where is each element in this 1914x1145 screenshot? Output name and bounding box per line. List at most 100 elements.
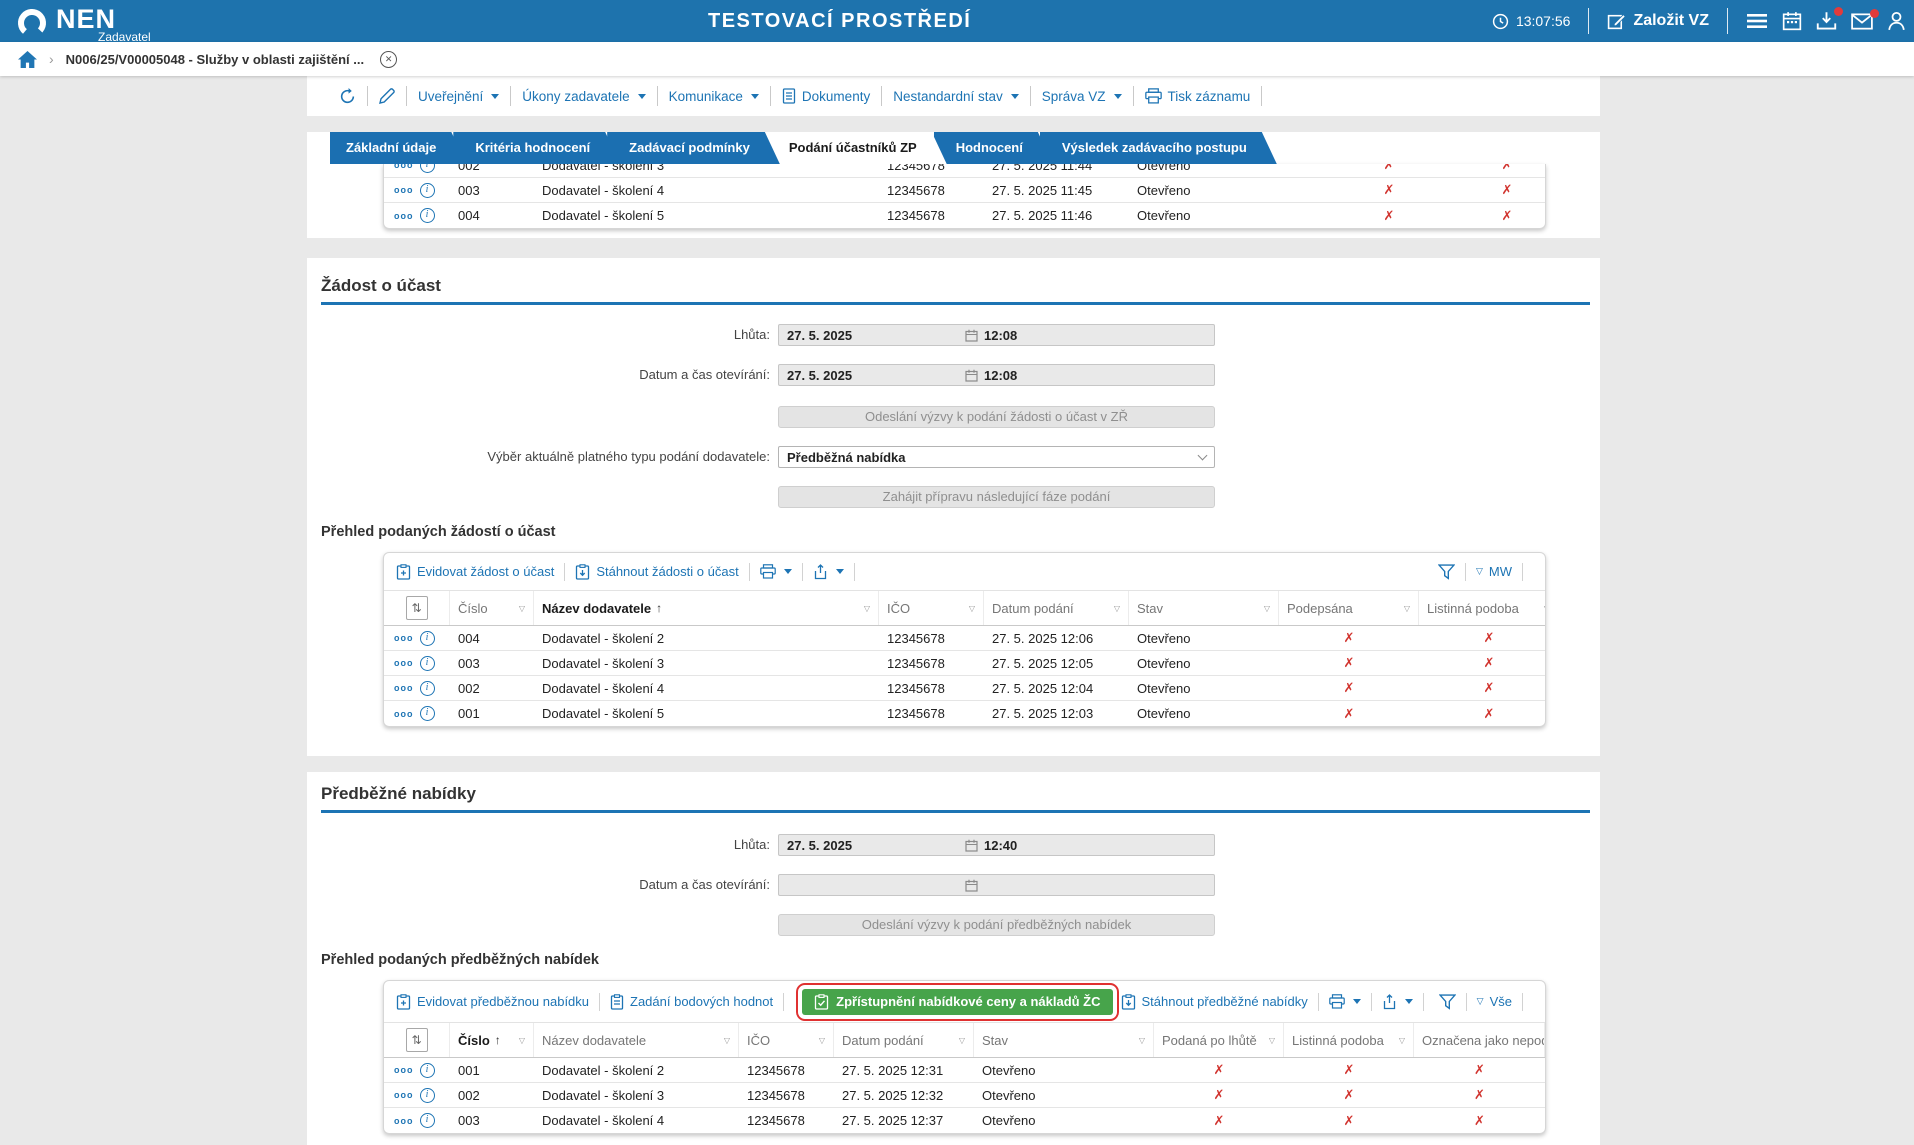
column-header[interactable]: Číslo↑▽	[450, 1023, 534, 1057]
download-offers-button[interactable]: Stáhnout předběžné nabídky	[1121, 994, 1308, 1010]
create-vz-button[interactable]: Založit VZ	[1607, 12, 1709, 31]
print-table-button[interactable]	[760, 564, 792, 579]
table-row[interactable]: oooi 004 Dodavatel - školení 5 12345678 …	[384, 203, 1545, 228]
tab-basic-info[interactable]: Základní údaje	[330, 132, 466, 164]
row-menu-icon[interactable]: ooo	[394, 683, 414, 693]
info-icon[interactable]: i	[420, 183, 435, 198]
row-menu-icon[interactable]: ooo	[394, 1090, 414, 1100]
print-record-button[interactable]: Tisk záznamu	[1145, 88, 1251, 104]
register-offer-button[interactable]: Evidovat předběžnou nabídku	[396, 994, 589, 1010]
deadline-datetime-input[interactable]: 27. 5. 2025 12:40	[778, 834, 1215, 856]
info-icon[interactable]: i	[420, 656, 435, 671]
row-menu-icon[interactable]: ooo	[394, 633, 414, 643]
column-header[interactable]: Datum podání▽	[984, 591, 1129, 625]
column-header[interactable]: Datum podání▽	[834, 1023, 974, 1057]
calendar-button[interactable]	[1782, 11, 1802, 31]
print-table-button[interactable]	[1329, 994, 1361, 1009]
printer-icon	[760, 564, 776, 579]
column-header[interactable]: Stav▽	[974, 1023, 1154, 1057]
tab-tender-conditions[interactable]: Zadávací podmínky	[607, 132, 780, 164]
filter-button[interactable]	[1439, 994, 1456, 1010]
table-row[interactable]: oooi 002 Dodavatel - školení 3 12345678 …	[384, 1083, 1545, 1108]
filter-caret-icon: ▽	[1399, 1036, 1405, 1045]
row-menu-icon[interactable]: ooo	[394, 658, 414, 668]
enter-points-button[interactable]: Zadání bodových hodnot	[610, 994, 773, 1010]
column-header[interactable]: Podaná po lhůtě▽	[1154, 1023, 1284, 1057]
close-tab-icon[interactable]: ✕	[380, 51, 397, 68]
messages-button[interactable]	[1851, 13, 1873, 30]
chevron-down-icon	[1114, 94, 1122, 99]
nen-logo[interactable]: NEN Zadavatel	[0, 3, 151, 40]
table-row[interactable]: oooi 003 Dodavatel - školení 3 12345678 …	[384, 651, 1545, 676]
export-table-button[interactable]	[1382, 994, 1413, 1010]
send-invitation-button[interactable]: Odeslání výzvy k podání žádosti o účast …	[778, 406, 1215, 428]
export-table-button[interactable]	[813, 564, 844, 580]
user-profile-button[interactable]	[1887, 11, 1906, 31]
column-header[interactable]: Číslo▽	[450, 591, 534, 625]
column-header[interactable]: Název dodavatele↑▽	[534, 591, 879, 625]
opening-datetime-input[interactable]: 27. 5. 2025 12:08	[778, 364, 1215, 386]
view-filter-label[interactable]: MW	[1489, 564, 1512, 579]
table-row[interactable]: oooi 002 Dodavatel - školení 4 12345678 …	[384, 676, 1545, 701]
menu-communication[interactable]: Komunikace	[669, 89, 759, 104]
view-filter-label[interactable]: Vše	[1490, 994, 1512, 1009]
menu-publish[interactable]: Uveřejnění	[418, 89, 499, 104]
info-icon[interactable]: i	[420, 1088, 435, 1103]
table-row[interactable]: oooi 003 Dodavatel - školení 4 12345678 …	[384, 178, 1545, 203]
row-menu-icon[interactable]: ooo	[394, 164, 414, 170]
tab-evaluation-criteria[interactable]: Kritéria hodnocení	[453, 132, 620, 164]
row-menu-icon[interactable]: ooo	[394, 185, 414, 195]
column-header[interactable]: Stav▽	[1129, 591, 1279, 625]
row-menu-icon[interactable]: ooo	[394, 1065, 414, 1075]
info-icon[interactable]: i	[420, 1063, 435, 1078]
home-icon[interactable]	[18, 51, 37, 68]
menu-documents[interactable]: Dokumenty	[782, 88, 870, 104]
info-icon[interactable]: i	[420, 631, 435, 646]
info-icon[interactable]: i	[420, 208, 435, 223]
column-header[interactable]: IČO▽	[739, 1023, 834, 1057]
info-icon[interactable]: i	[420, 1113, 435, 1128]
chevron-down-icon[interactable]: ▽	[1476, 566, 1483, 577]
cross-icon: ✗	[1214, 1113, 1225, 1129]
deadline-datetime-input[interactable]: 27. 5. 2025 12:08	[778, 324, 1215, 346]
table-row[interactable]: oooi 002 Dodavatel - školení 3 12345678 …	[384, 164, 1545, 178]
info-icon[interactable]: i	[420, 681, 435, 696]
column-header[interactable]: Podepsána▽	[1279, 591, 1419, 625]
row-menu-icon[interactable]: ooo	[394, 1116, 414, 1126]
main-menu-button[interactable]	[1746, 12, 1768, 30]
column-header[interactable]: IČO▽	[879, 591, 984, 625]
row-menu-icon[interactable]: ooo	[394, 211, 414, 221]
unlock-price-button[interactable]: Zpřístupnění nabídkové ceny a nákladů ŽC	[802, 989, 1112, 1015]
column-header[interactable]: Název dodavatele▽	[534, 1023, 739, 1057]
chevron-down-icon[interactable]: ▽	[1477, 996, 1484, 1007]
column-header[interactable]: Označena jako nepodaná▽	[1414, 1023, 1545, 1057]
table-row[interactable]: oooi 001 Dodavatel - školení 2 12345678 …	[384, 1058, 1545, 1083]
next-phase-button[interactable]: Zahájit přípravu následující fáze podání	[778, 486, 1215, 508]
menu-contracting-actions[interactable]: Úkony zadavatele	[522, 89, 645, 104]
download-requests-button[interactable]: Stáhnout žádosti o účast	[575, 564, 738, 580]
row-menu-icon[interactable]: ooo	[394, 709, 414, 719]
opening-datetime-input[interactable]	[778, 874, 1215, 896]
table-row[interactable]: oooi 003 Dodavatel - školení 4 12345678 …	[384, 1108, 1545, 1133]
breadcrumb-contract[interactable]: N006/25/V00005048 - Služby v oblasti zaj…	[66, 52, 364, 67]
column-settings-icon[interactable]: ⇅	[406, 1028, 428, 1052]
menu-nonstandard-state[interactable]: Nestandardní stav	[893, 89, 1019, 104]
send-invitation-button[interactable]: Odeslání výzvy k podání předběžných nabí…	[778, 914, 1215, 936]
column-header[interactable]: Listinná podoba▽	[1284, 1023, 1414, 1057]
info-icon[interactable]: i	[420, 706, 435, 721]
column-settings-icon[interactable]: ⇅	[406, 596, 428, 620]
tab-procedure-result[interactable]: Výsledek zadávacího postupu	[1040, 132, 1277, 164]
tab-participant-submissions[interactable]: Podání účastníků ZP	[767, 132, 947, 164]
table-row[interactable]: oooi 001 Dodavatel - školení 5 12345678 …	[384, 701, 1545, 726]
register-request-button[interactable]: Evidovat žádost o účast	[396, 564, 554, 580]
submission-type-select[interactable]: Předběžná nabídka	[778, 446, 1215, 468]
info-icon[interactable]: i	[420, 164, 435, 173]
tab-evaluation[interactable]: Hodnocení	[934, 132, 1053, 164]
refresh-button[interactable]	[339, 88, 356, 105]
menu-vz-admin[interactable]: Správa VZ	[1042, 89, 1122, 104]
table-row[interactable]: oooi 004 Dodavatel - školení 2 12345678 …	[384, 626, 1545, 651]
edit-button[interactable]	[379, 88, 395, 104]
filter-button[interactable]	[1438, 564, 1455, 580]
downloads-button[interactable]	[1816, 11, 1837, 31]
column-header[interactable]: Listinná podoba▽	[1419, 591, 1546, 625]
